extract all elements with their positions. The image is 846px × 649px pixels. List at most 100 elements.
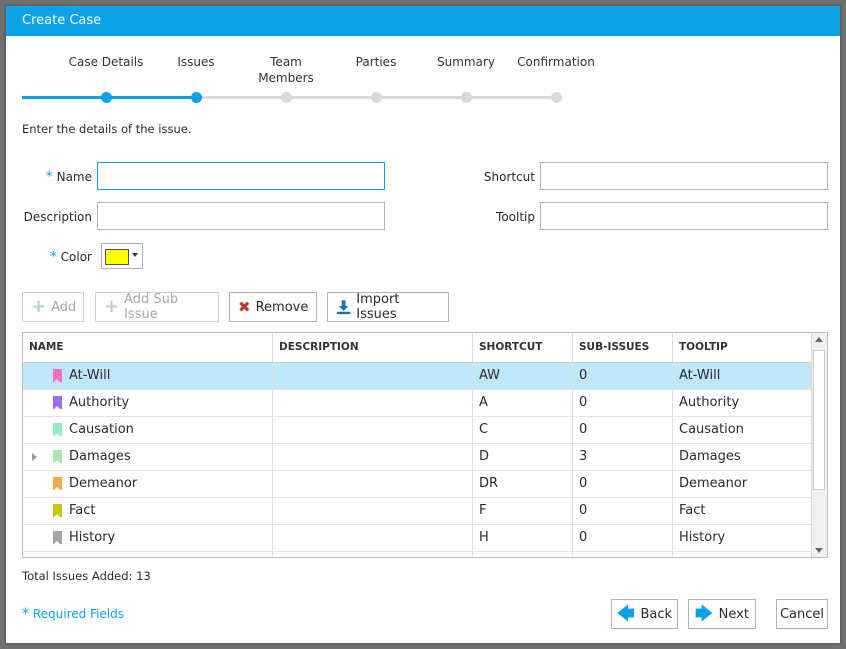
- expand-arrow-icon[interactable]: [32, 453, 37, 461]
- step-case-details[interactable]: Case Details: [61, 54, 151, 70]
- column-header-shortcut[interactable]: SHORTCUT: [473, 333, 573, 362]
- table-row[interactable]: At-Will AW 0 At-Will: [23, 363, 812, 390]
- shortcut-label: Shortcut: [483, 170, 535, 184]
- table-row[interactable]: Authority A 0 Authority: [23, 390, 812, 417]
- cell-sub-issues: 0: [573, 417, 673, 443]
- step-dot-case-details: [101, 92, 112, 103]
- cell-shortcut: DR: [473, 471, 573, 497]
- cell-sub-issues: 0: [573, 363, 673, 389]
- name-input[interactable]: [97, 162, 385, 190]
- table-row[interactable]: Causation C 0 Causation: [23, 417, 812, 444]
- bookmark-icon: [53, 450, 62, 464]
- bookmark-icon: [53, 477, 62, 491]
- description-input[interactable]: [97, 202, 385, 230]
- wizard-steps: Case Details Issues Team Members Parties…: [22, 54, 595, 114]
- cell-tooltip: Fact: [679, 503, 706, 518]
- create-case-dialog: Create Case Case Details Issues Team Mem…: [6, 6, 840, 643]
- table-row[interactable]: Damages D 3 Damages: [23, 444, 812, 471]
- step-dot-confirmation: [551, 92, 562, 103]
- scroll-thumb[interactable]: [813, 350, 825, 490]
- cell-tooltip: Damages: [679, 449, 741, 464]
- cell-tooltip: Causation: [679, 422, 744, 437]
- cell-description: [273, 444, 473, 470]
- scroll-down-icon[interactable]: [815, 548, 823, 553]
- cell-shortcut: AW: [473, 363, 573, 389]
- cell-description: [273, 417, 473, 443]
- import-issues-button[interactable]: Import Issues: [327, 292, 449, 322]
- tooltip-input[interactable]: [540, 202, 828, 230]
- step-summary[interactable]: Summary: [421, 54, 511, 70]
- description-label: Description: [23, 210, 92, 224]
- cell-tooltip: Inconsistent: [673, 552, 812, 557]
- cell-name: Causation: [23, 417, 273, 443]
- issues-grid: NAME DESCRIPTION SHORTCUT SUB-ISSUES TOO…: [22, 332, 828, 558]
- cell-tooltip: At-Will: [679, 368, 721, 383]
- grid-body: At-Will AW 0 At-Will Authority A 0 Authority Cau…: [23, 363, 812, 557]
- tooltip-label: Tooltip: [496, 210, 535, 224]
- shortcut-input[interactable]: [540, 162, 828, 190]
- next-button[interactable]: 🡆 Next: [688, 599, 756, 629]
- name-label: * Name: [45, 169, 92, 185]
- plus-icon: +: [104, 296, 120, 317]
- arrow-left-icon: 🡄: [616, 603, 635, 624]
- cell-tooltip: Authority: [679, 395, 740, 410]
- step-dot-team-members: [281, 92, 292, 103]
- table-row[interactable]: InconsistentI0Inconsistent: [23, 552, 812, 557]
- cancel-button[interactable]: Cancel: [776, 599, 828, 629]
- grid-scrollbar[interactable]: [811, 333, 827, 557]
- required-asterisk: *: [45, 169, 53, 185]
- step-dot-issues: [191, 92, 202, 103]
- cell-shortcut: F: [473, 498, 573, 524]
- step-dot-summary: [461, 92, 472, 103]
- cell-sub-issues: 0: [573, 525, 673, 551]
- cell-description: [273, 471, 473, 497]
- total-issues: Total Issues Added: 13: [22, 569, 151, 583]
- cell-shortcut: D: [473, 444, 573, 470]
- cell-name: At-Will: [23, 363, 273, 389]
- remove-button[interactable]: ✖ Remove: [229, 292, 317, 322]
- cell-description: [273, 498, 473, 524]
- add-sub-issue-button[interactable]: + Add Sub Issue: [95, 292, 219, 322]
- cell-sub-issues: 0: [573, 552, 673, 557]
- bookmark-icon: [53, 396, 62, 410]
- back-button[interactable]: 🡄 Back: [611, 599, 678, 629]
- step-dot-parties: [371, 92, 382, 103]
- color-picker[interactable]: [101, 243, 143, 269]
- cell-sub-issues: 0: [573, 471, 673, 497]
- column-header-sub-issues[interactable]: SUB-ISSUES: [573, 333, 673, 362]
- plus-icon: +: [31, 296, 47, 317]
- step-team-members[interactable]: Team Members: [251, 54, 321, 86]
- column-header-description[interactable]: DESCRIPTION: [273, 333, 473, 362]
- table-row[interactable]: History H 0 History: [23, 525, 812, 552]
- step-issues[interactable]: Issues: [151, 54, 241, 70]
- color-swatch: [105, 249, 129, 265]
- table-row[interactable]: Demeanor DR 0 Demeanor: [23, 471, 812, 498]
- cell-shortcut: I: [473, 552, 573, 557]
- bookmark-icon: [53, 423, 62, 437]
- scroll-up-icon[interactable]: [815, 337, 823, 342]
- add-button[interactable]: + Add: [22, 292, 84, 322]
- grid-header: NAME DESCRIPTION SHORTCUT SUB-ISSUES TOO…: [23, 333, 812, 363]
- cell-name: Damages: [23, 444, 273, 470]
- cell-name: History: [23, 525, 273, 551]
- table-row[interactable]: Fact F 0 Fact: [23, 498, 812, 525]
- cell-description: [273, 363, 473, 389]
- cell-sub-issues: 0: [573, 498, 673, 524]
- column-header-name[interactable]: NAME: [23, 333, 273, 362]
- cell-shortcut: H: [473, 525, 573, 551]
- column-header-tooltip[interactable]: TOOLTIP: [673, 333, 812, 362]
- required-fields-note: * Required Fields: [22, 606, 124, 622]
- color-label: * Color: [49, 249, 92, 265]
- step-parties[interactable]: Parties: [331, 54, 421, 70]
- cell-tooltip: Demeanor: [679, 476, 748, 491]
- cell-shortcut: A: [473, 390, 573, 416]
- bookmark-icon: [53, 504, 62, 518]
- cell-description: [273, 390, 473, 416]
- cell-description: [273, 552, 473, 557]
- step-confirmation[interactable]: Confirmation: [511, 54, 601, 70]
- instructions-text: Enter the details of the issue.: [22, 122, 192, 136]
- cell-name: Fact: [23, 498, 273, 524]
- required-asterisk: *: [49, 249, 57, 265]
- bookmark-icon: [53, 531, 62, 545]
- bookmark-icon: [53, 369, 62, 383]
